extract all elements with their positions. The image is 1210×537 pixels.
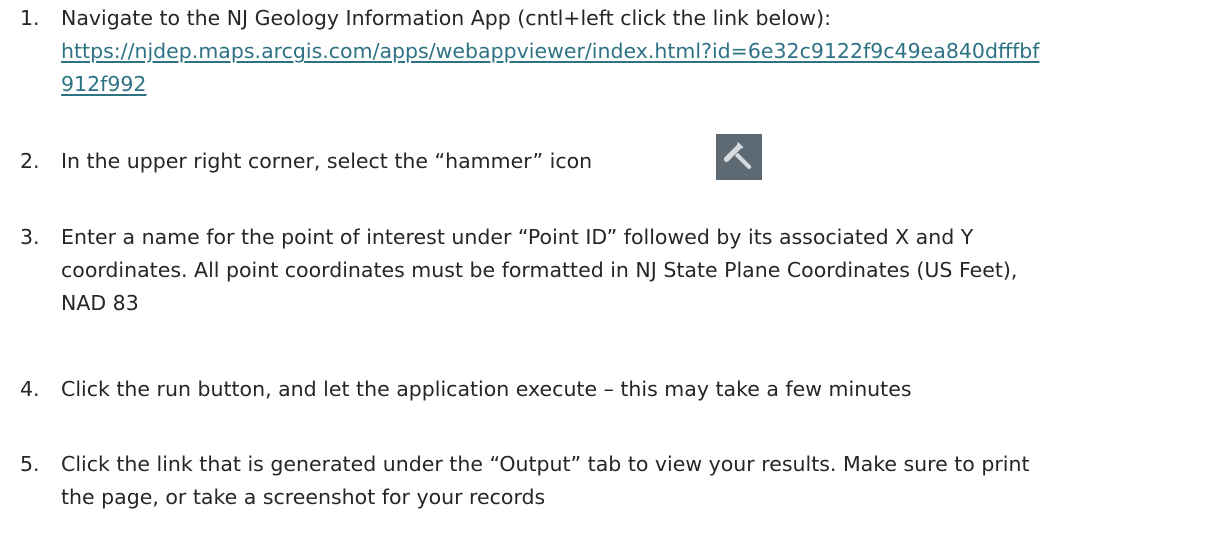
step-line: Navigate to the NJ Geology Information A… (61, 6, 831, 30)
hammer-icon (723, 141, 752, 170)
app-link-line[interactable]: https://njdep.maps.arcgis.com/apps/webap… (61, 35, 1201, 68)
hammer-icon[interactable] (716, 134, 762, 180)
step-line: In the upper right corner, select the “h… (61, 149, 593, 173)
app-link[interactable]: https://njdep.maps.arcgis.com/apps/webap… (61, 35, 1201, 101)
step-line: coordinates. All point coordinates must … (61, 258, 1018, 282)
step-text: In the upper right corner, select the “h… (61, 145, 1201, 178)
app-link-line[interactable]: 912f992 (61, 68, 1201, 101)
step-number: 1. (20, 6, 40, 30)
step-text: Enter a name for the point of interest u… (61, 221, 1201, 320)
step-number: 2. (20, 149, 40, 173)
step-text: Click the link that is generated under t… (61, 448, 1201, 514)
step-number: 4. (20, 377, 40, 401)
step-number: 5. (20, 452, 40, 476)
step-line: Click the run button, and let the applic… (61, 377, 912, 401)
step-text: Click the run button, and let the applic… (61, 373, 1201, 406)
step-line: Enter a name for the point of interest u… (61, 225, 974, 249)
step-number: 3. (20, 225, 40, 249)
step-text: Navigate to the NJ Geology Information A… (61, 2, 1201, 101)
step-line: NAD 83 (61, 291, 139, 315)
step-line: the page, or take a screenshot for your … (61, 485, 546, 509)
step-line: Click the link that is generated under t… (61, 452, 1030, 476)
